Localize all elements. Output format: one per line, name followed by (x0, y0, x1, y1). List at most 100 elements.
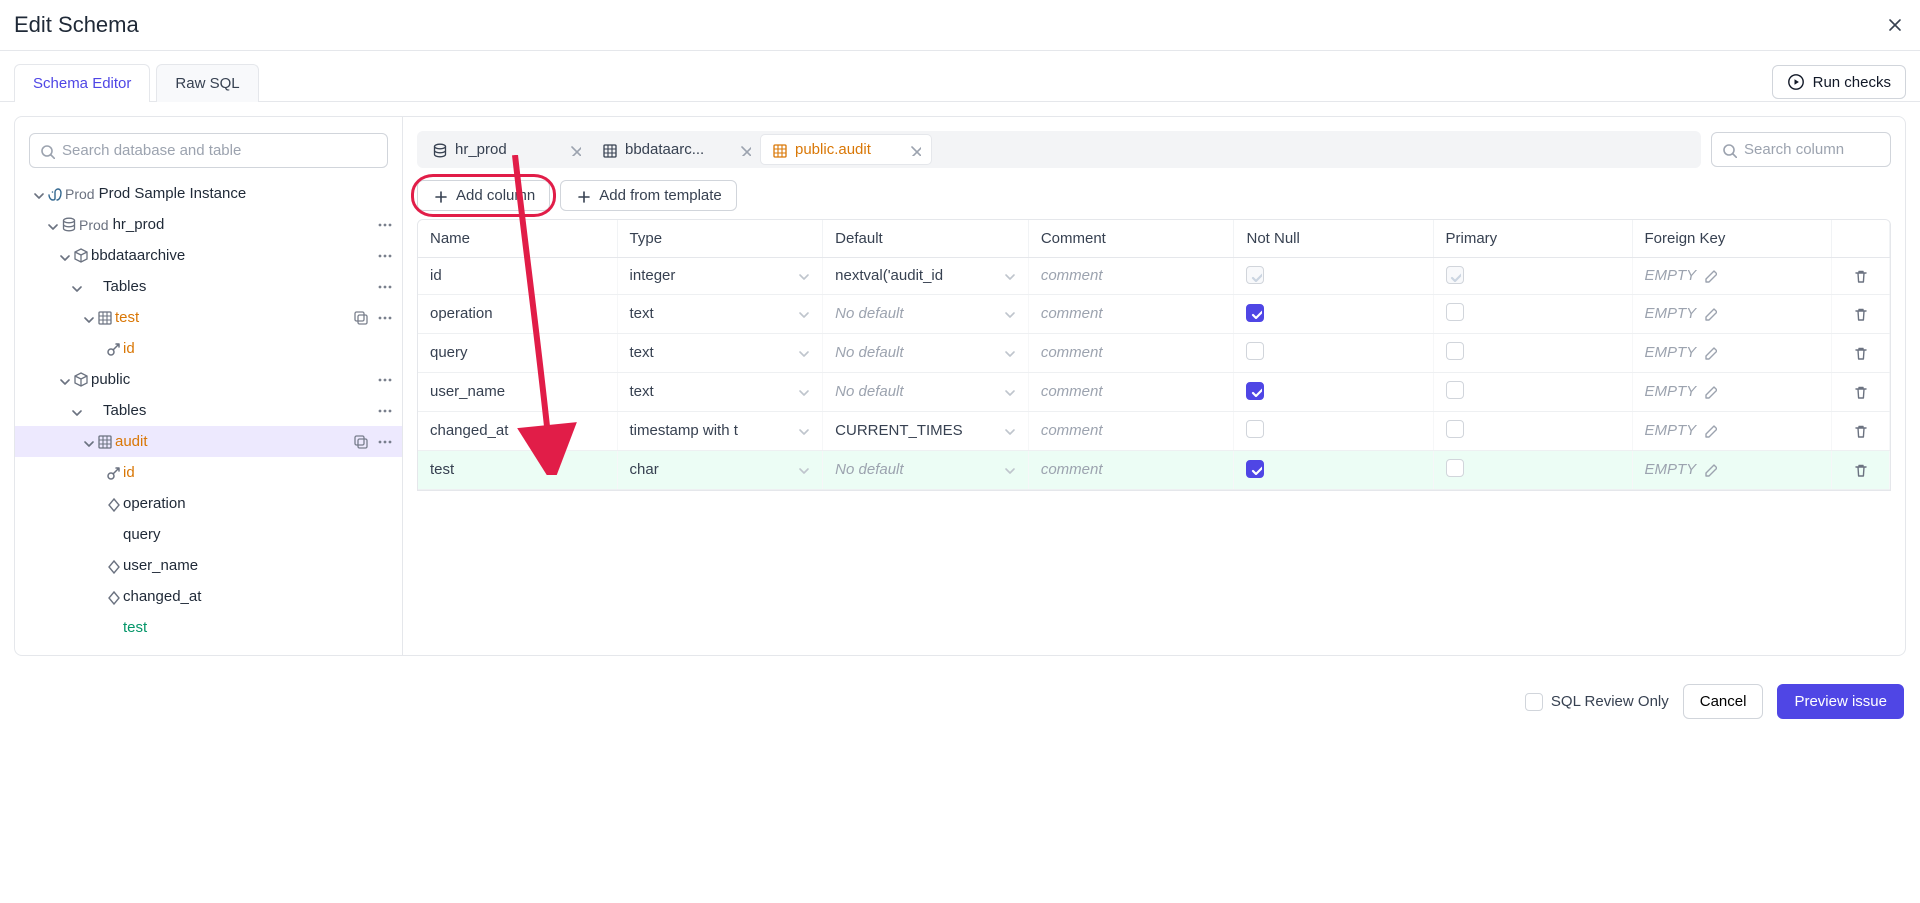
run-checks-button[interactable]: Run checks (1772, 65, 1906, 99)
tab-close-button[interactable] (908, 143, 921, 156)
tree-column[interactable]: query (15, 519, 402, 550)
checkbox[interactable] (1246, 420, 1264, 438)
tree-column[interactable]: test (15, 612, 402, 643)
tree-schema[interactable]: bbdataarchive (15, 240, 402, 271)
col-type-cell[interactable]: integer (617, 258, 823, 295)
tree-schema[interactable]: public (15, 364, 402, 395)
col-type-cell[interactable]: timestamp with t (617, 411, 823, 450)
col-comment-cell[interactable]: comment (1028, 333, 1234, 372)
chevron-down-icon (795, 384, 810, 399)
col-comment-cell[interactable]: comment (1028, 450, 1234, 489)
chevron-down-icon (795, 268, 810, 283)
chevron-down-icon (1001, 384, 1016, 399)
column-search-input[interactable] (1711, 132, 1891, 167)
sql-review-only-toggle[interactable]: SQL Review Only (1525, 693, 1669, 711)
edit-icon (1702, 306, 1717, 321)
col-fk-cell[interactable]: EMPTY (1632, 450, 1831, 489)
col-comment-cell[interactable]: comment (1028, 372, 1234, 411)
col-type-cell[interactable]: text (617, 372, 823, 411)
checkbox[interactable] (1246, 382, 1264, 400)
checkbox[interactable] (1446, 459, 1464, 477)
col-delete-cell (1831, 258, 1889, 295)
col-name-cell[interactable]: user_name (418, 372, 617, 411)
tree-column[interactable]: user_name (15, 550, 402, 581)
tab-close-button[interactable] (568, 143, 581, 156)
editor-tab[interactable]: bbdataarc... (591, 135, 761, 164)
tab-schema-editor[interactable]: Schema Editor (14, 64, 150, 102)
plus-icon (432, 188, 448, 204)
tab-raw-sql[interactable]: Raw SQL (156, 64, 258, 102)
checkbox[interactable] (1446, 342, 1464, 360)
tree-tables-group[interactable]: Tables (15, 271, 402, 302)
col-name-cell[interactable]: id (418, 258, 617, 295)
col-name-cell[interactable]: changed_at (418, 411, 617, 450)
preview-issue-button[interactable]: Preview issue (1777, 684, 1904, 719)
col-name-cell[interactable]: query (418, 333, 617, 372)
col-default-cell[interactable]: nextval('audit_id (823, 258, 1029, 295)
tree-column[interactable]: id (15, 333, 402, 364)
col-default-cell[interactable]: No default (823, 333, 1029, 372)
tree-tables-group[interactable]: Tables (15, 395, 402, 426)
editor-tab[interactable]: hr_prod (421, 135, 591, 164)
delete-row-button[interactable] (1844, 462, 1877, 478)
col-default-cell[interactable]: CURRENT_TIMES (823, 411, 1029, 450)
chevron-down-icon (795, 423, 810, 438)
main-panel: hr_prod bbdataarc... public.audit Add co… (403, 117, 1905, 655)
delete-row-button[interactable] (1844, 268, 1877, 284)
delete-row-button[interactable] (1844, 306, 1877, 322)
checkbox[interactable] (1246, 304, 1264, 322)
chevron-down-icon (1001, 306, 1016, 321)
sidebar-search-input[interactable] (29, 133, 388, 168)
edit-icon (1702, 345, 1717, 360)
editor-tab[interactable]: public.audit (761, 135, 931, 164)
checkbox[interactable] (1446, 381, 1464, 399)
checkbox[interactable] (1525, 693, 1543, 711)
col-default-cell[interactable]: No default (823, 450, 1029, 489)
col-default-cell[interactable]: No default (823, 294, 1029, 333)
chevron-down-icon (44, 218, 58, 232)
col-comment-cell[interactable]: comment (1028, 258, 1234, 295)
col-name-header: Name (418, 220, 617, 258)
col-type-cell[interactable]: text (617, 294, 823, 333)
col-name-cell[interactable]: test (418, 450, 617, 489)
chevron-down-icon (80, 311, 94, 325)
checkbox[interactable] (1246, 342, 1264, 360)
checkbox[interactable] (1446, 303, 1464, 321)
close-button[interactable] (1884, 14, 1906, 36)
table-icon (96, 433, 114, 451)
edit-icon (1702, 462, 1717, 477)
col-comment-cell[interactable]: comment (1028, 411, 1234, 450)
column-row: changed_at timestamp with t CURRENT_TIME… (418, 411, 1890, 450)
col-name-cell[interactable]: operation (418, 294, 617, 333)
tree-table[interactable]: audit (15, 426, 402, 457)
col-fk-cell[interactable]: EMPTY (1632, 333, 1831, 372)
delete-row-button[interactable] (1844, 384, 1877, 400)
cancel-button[interactable]: Cancel (1683, 684, 1764, 719)
add-from-template-button[interactable]: Add from template (560, 180, 737, 211)
checkbox[interactable] (1246, 460, 1264, 478)
col-fk-cell[interactable]: EMPTY (1632, 294, 1831, 333)
tree-database[interactable]: Prodhr_prod (15, 209, 402, 240)
add-column-button[interactable]: Add column (417, 180, 550, 211)
diamond-icon (105, 589, 121, 605)
col-fk-cell[interactable]: EMPTY (1632, 372, 1831, 411)
col-default-cell[interactable]: No default (823, 372, 1029, 411)
tree-table[interactable]: test (15, 302, 402, 333)
delete-row-button[interactable] (1844, 345, 1877, 361)
col-type-cell[interactable]: text (617, 333, 823, 372)
more-icon (376, 309, 394, 327)
diamond-icon (105, 496, 121, 512)
check-icon (1448, 269, 1461, 282)
tree-instance[interactable]: ProdProd Sample Instance (15, 178, 402, 209)
tree-column[interactable]: operation (15, 488, 402, 519)
tree-column[interactable]: id (15, 457, 402, 488)
add-from-template-label: Add from template (599, 187, 722, 204)
col-fk-cell[interactable]: EMPTY (1632, 411, 1831, 450)
col-fk-cell[interactable]: EMPTY (1632, 258, 1831, 295)
delete-row-button[interactable] (1844, 423, 1877, 439)
tab-close-button[interactable] (738, 143, 751, 156)
col-comment-cell[interactable]: comment (1028, 294, 1234, 333)
col-type-cell[interactable]: char (617, 450, 823, 489)
checkbox[interactable] (1446, 420, 1464, 438)
tree-column[interactable]: changed_at (15, 581, 402, 612)
